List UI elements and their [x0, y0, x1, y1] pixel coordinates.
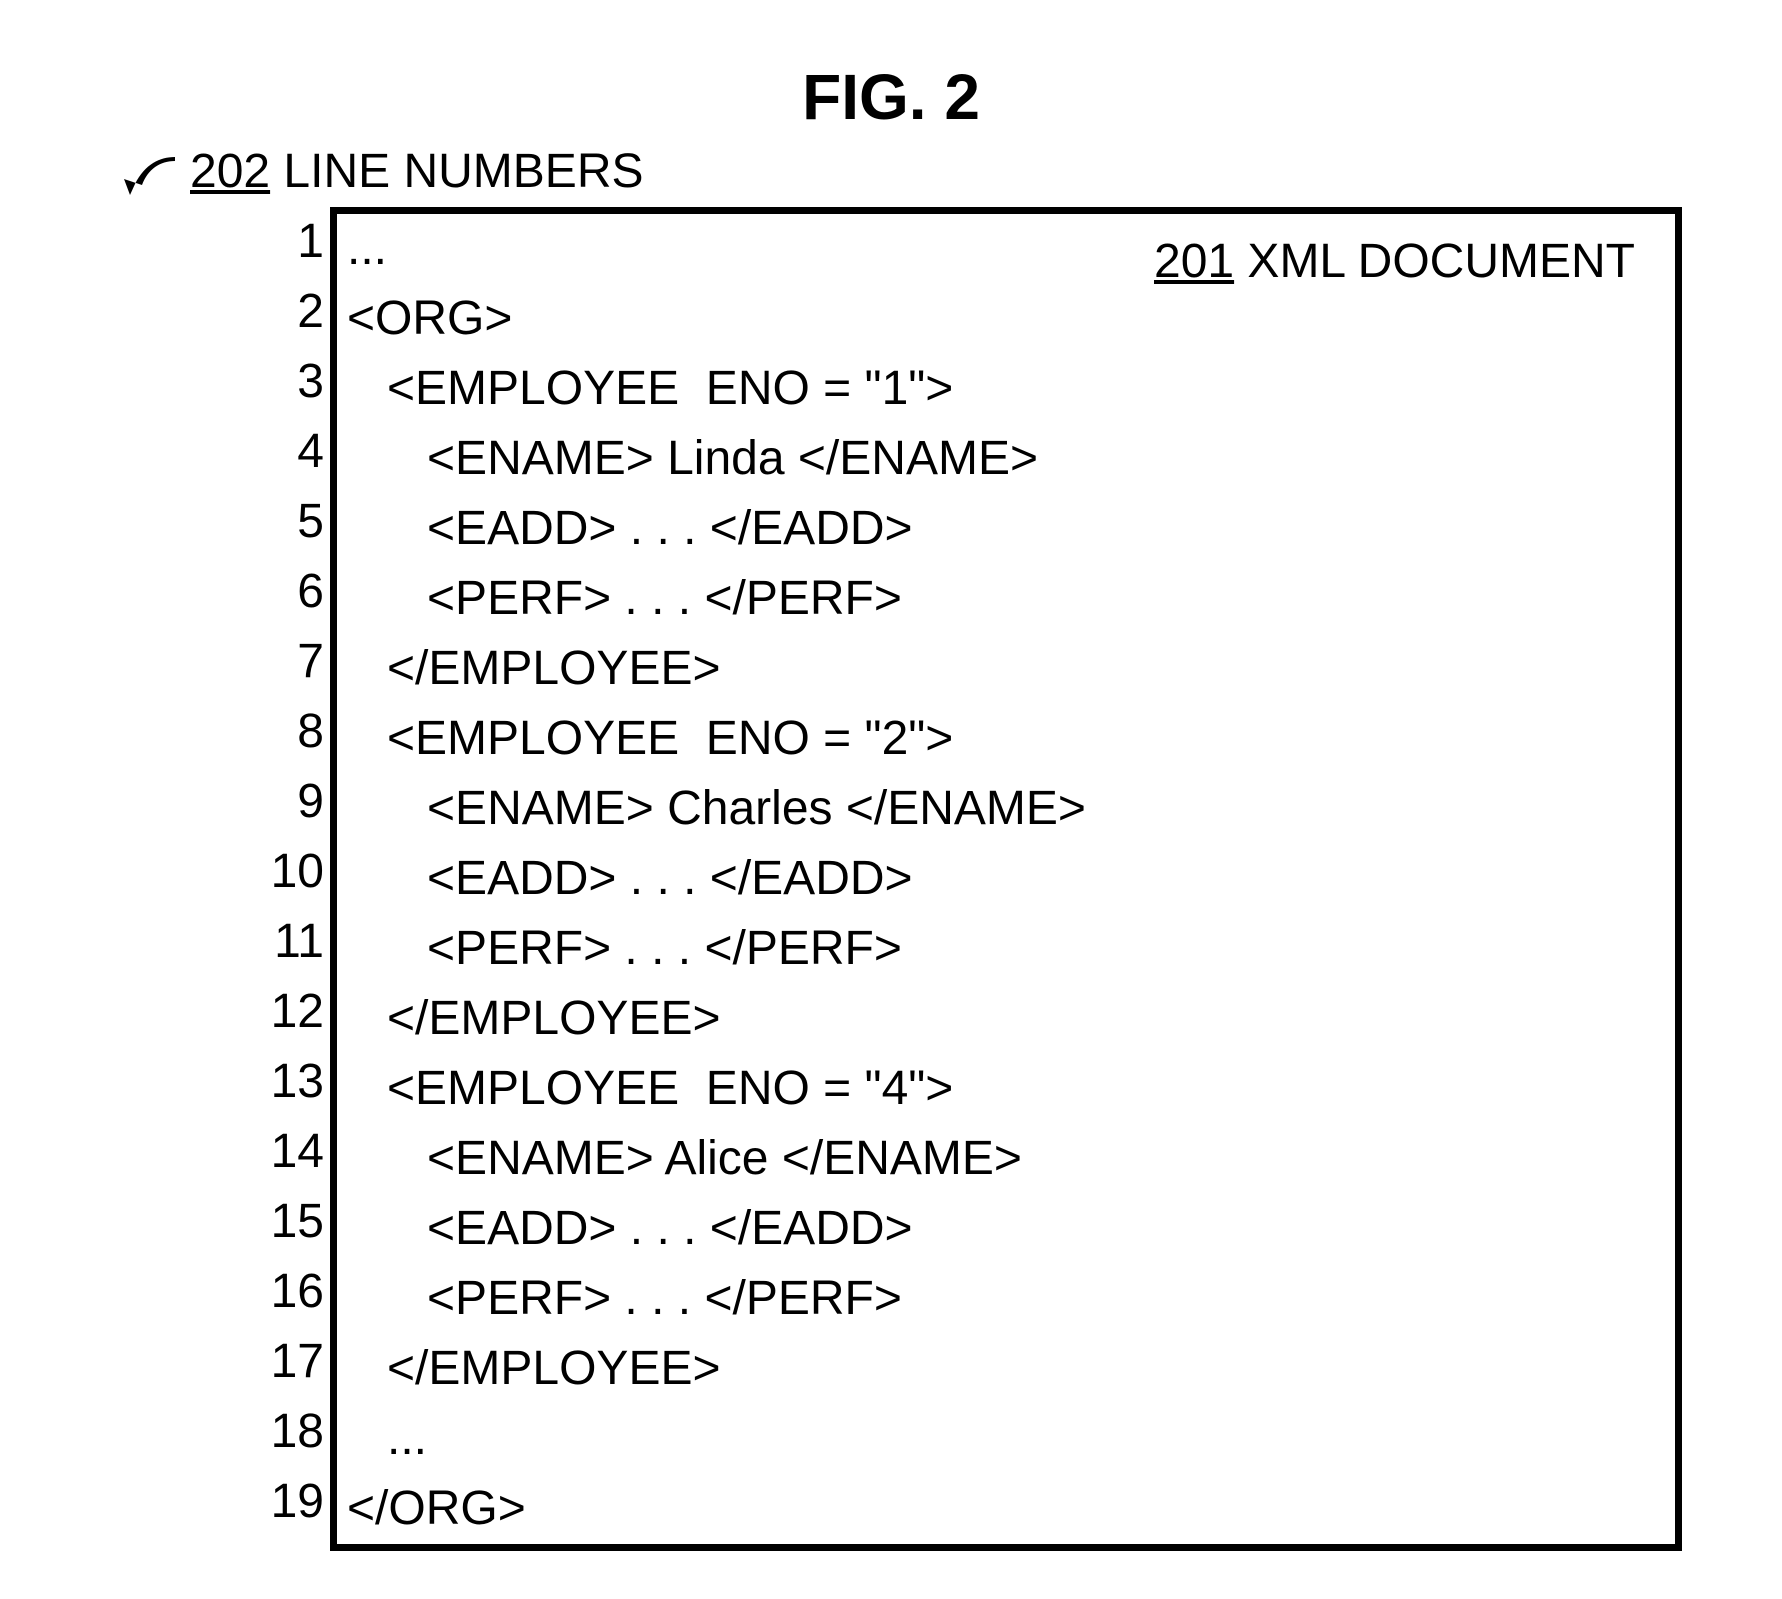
line-number: 18	[271, 1397, 324, 1467]
code-line: <ORG>	[347, 284, 1645, 354]
code-area: 1 2 3 4 5 6 7 8 9 10 11 12 13 14 15 16 1…	[220, 207, 1682, 1551]
code-line: <EMPLOYEE ENO = "4">	[347, 1054, 1645, 1124]
code-line: <EMPLOYEE ENO = "2">	[347, 704, 1645, 774]
line-number: 11	[274, 907, 324, 977]
line-numbers-ref: 202	[190, 145, 270, 198]
code-line: <ENAME> Linda </ENAME>	[347, 424, 1645, 494]
xml-document-label: 201 XML DOCUMENT	[1154, 234, 1635, 289]
code-line: </EMPLOYEE>	[347, 984, 1645, 1054]
code-line: <ENAME> Charles </ENAME>	[347, 774, 1645, 844]
code-line: <EADD> . . . </EADD>	[347, 1194, 1645, 1264]
code-line: <EADD> . . . </EADD>	[347, 844, 1645, 914]
code-line: </EMPLOYEE>	[347, 1334, 1645, 1404]
line-number: 15	[271, 1187, 324, 1257]
code-line: <PERF> . . . </PERF>	[347, 564, 1645, 634]
line-number: 7	[297, 627, 324, 697]
line-number: 6	[297, 557, 324, 627]
code-line: ...	[347, 1404, 1645, 1474]
xml-document-text: XML DOCUMENT	[1234, 235, 1635, 288]
figure-page: FIG. 2 202 LINE NUMBERS 1 2 3 4 5 6 7 8 …	[0, 0, 1782, 1599]
xml-document-box: 201 XML DOCUMENT ... <ORG> <EMPLOYEE ENO…	[330, 207, 1682, 1551]
line-number: 13	[271, 1047, 324, 1117]
code-line: </EMPLOYEE>	[347, 634, 1645, 704]
line-numbers-label: 202 LINE NUMBERS	[190, 144, 644, 199]
figure-title: FIG. 2	[100, 60, 1682, 134]
line-number: 8	[297, 697, 324, 767]
line-number: 19	[271, 1467, 324, 1537]
line-number: 12	[271, 977, 324, 1047]
line-number: 16	[271, 1257, 324, 1327]
line-numbers-header: 202 LINE NUMBERS	[120, 144, 1682, 199]
line-number: 5	[297, 487, 324, 557]
line-numbers-text: LINE NUMBERS	[270, 145, 643, 198]
code-line: <PERF> . . . </PERF>	[347, 914, 1645, 984]
code-line: <PERF> . . . </PERF>	[347, 1264, 1645, 1334]
code-line: <ENAME> Alice </ENAME>	[347, 1124, 1645, 1194]
xml-document-ref: 201	[1154, 235, 1234, 288]
line-number: 2	[297, 277, 324, 347]
line-number: 14	[271, 1117, 324, 1187]
line-number: 17	[271, 1327, 324, 1397]
line-number: 4	[297, 417, 324, 487]
code-line: <EMPLOYEE ENO = "1">	[347, 354, 1645, 424]
line-number: 1	[297, 207, 324, 277]
line-number: 10	[271, 837, 324, 907]
callout-arrow-icon	[120, 149, 180, 199]
line-number-gutter: 1 2 3 4 5 6 7 8 9 10 11 12 13 14 15 16 1…	[220, 207, 330, 1551]
line-number: 3	[297, 347, 324, 417]
code-line: </ORG>	[347, 1474, 1645, 1544]
line-number: 9	[297, 767, 324, 837]
code-line: <EADD> . . . </EADD>	[347, 494, 1645, 564]
